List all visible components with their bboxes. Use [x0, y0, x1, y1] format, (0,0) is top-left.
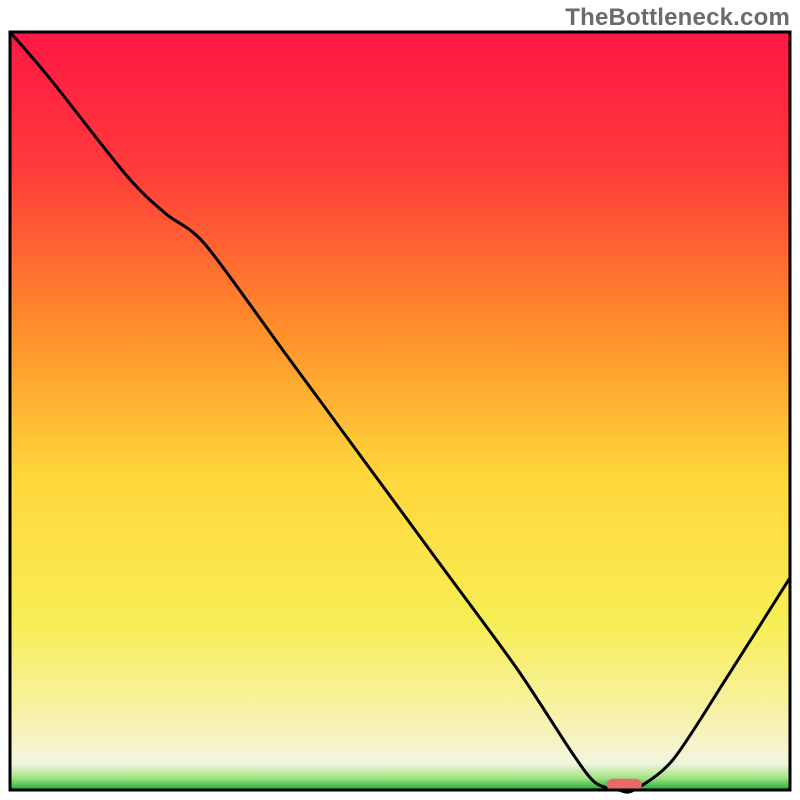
watermark-label: TheBottleneck.com: [565, 4, 790, 32]
bottleneck-chart: [0, 0, 800, 800]
chart-frame: TheBottleneck.com: [0, 0, 800, 800]
gradient-background: [10, 32, 790, 790]
